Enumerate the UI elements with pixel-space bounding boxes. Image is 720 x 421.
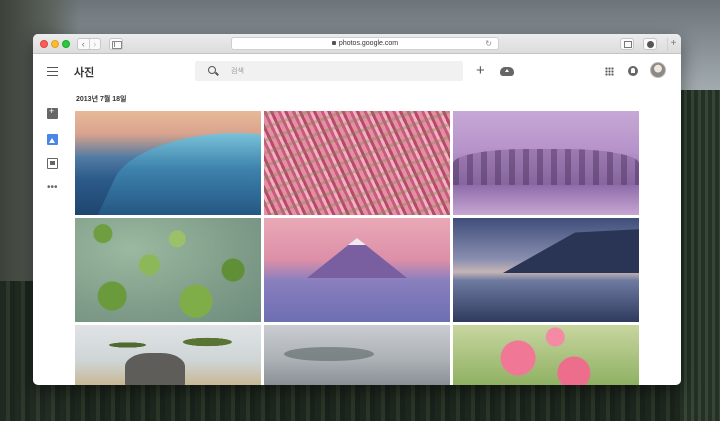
browser-toolbar: ‹ › photos.google.com ↻ + [33,34,681,54]
avatar[interactable] [650,62,666,78]
date-header: 2013년 7월 18일 [76,96,127,103]
forward-button[interactable]: › [88,39,101,49]
photo-elephant-savanna[interactable] [75,325,261,385]
search-icon[interactable] [208,66,216,74]
search-box[interactable] [195,61,463,81]
photo-misty-purple-trees[interactable] [453,111,639,215]
back-button[interactable]: ‹ [78,39,89,49]
new-tab-button[interactable]: + [667,38,679,51]
address-bar[interactable]: photos.google.com ↻ [231,37,499,50]
reload-icon[interactable]: ↻ [485,38,492,49]
app-header: 사진 + [33,55,681,87]
photo-ocean-wave[interactable] [75,111,261,215]
photo-lake-reflection[interactable] [453,218,639,322]
photo-mount-fuji[interactable] [264,218,450,322]
history-nav: ‹ › [77,38,101,50]
lock-icon [331,41,336,46]
page-title: 사진 [74,67,95,79]
photos-icon[interactable] [47,134,58,145]
downloads-icon[interactable] [643,38,657,50]
photo-pink-grass[interactable] [264,111,450,215]
search-input[interactable] [231,64,451,78]
photo-foggy-landscape[interactable] [264,325,450,385]
assistant-icon[interactable] [47,106,58,119]
more-icon[interactable]: ••• [47,183,58,193]
browser-window: ‹ › photos.google.com ↻ + 사진 + ••• 2013년… [33,34,681,385]
side-nav: ••• [33,87,73,385]
albums-icon[interactable] [47,158,58,169]
menu-icon[interactable] [47,67,58,76]
upload-icon[interactable] [500,67,514,76]
sidebar-toggle-button[interactable] [109,38,123,50]
share-icon[interactable] [620,38,634,50]
photo-lily-pads[interactable] [75,218,261,322]
apps-icon[interactable] [605,67,614,76]
desktop-background-forest-right [680,90,720,421]
minimize-window-button[interactable] [51,40,59,48]
notifications-icon[interactable] [628,66,638,76]
add-icon[interactable]: + [476,63,485,78]
close-window-button[interactable] [40,40,48,48]
photo-pink-poppies[interactable] [453,325,639,385]
maximize-window-button[interactable] [62,40,70,48]
url-text: photos.google.com [338,40,399,47]
